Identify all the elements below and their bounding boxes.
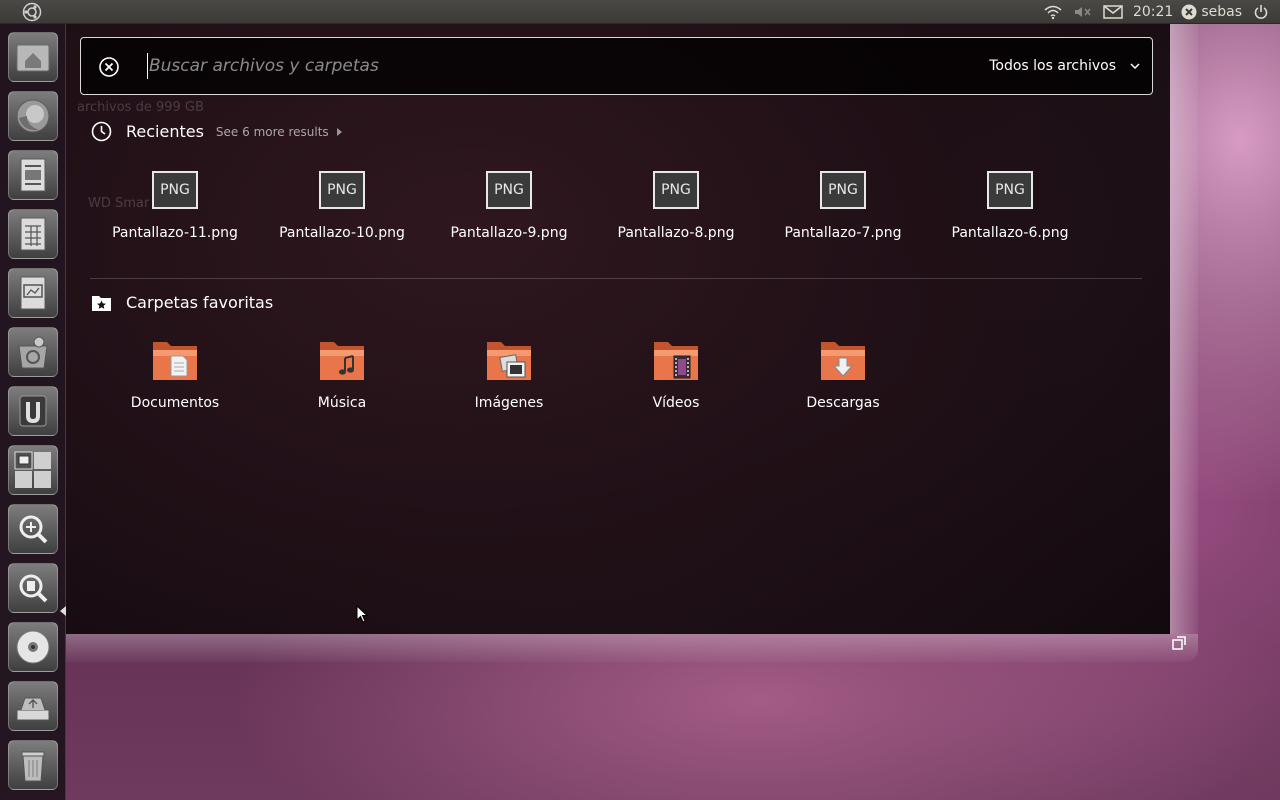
clock-icon (91, 121, 112, 142)
writer-icon (20, 158, 46, 192)
network-indicator[interactable] (1043, 0, 1063, 24)
recent-file-label: Pantallazo-11.png (112, 225, 238, 241)
recent-file-item[interactable]: PNG Pantallazo-11.png (95, 166, 255, 241)
top-panel: 20:21 sebas (0, 0, 1280, 24)
calc-icon (20, 217, 46, 251)
launcher-apps-lens[interactable] (8, 504, 58, 554)
videos-folder-icon (654, 342, 698, 380)
launcher-usb-drive[interactable] (8, 681, 58, 731)
recent-file-item[interactable]: PNG Pantallazo-7.png (763, 166, 923, 241)
home-folder-icon (16, 44, 50, 72)
dash-resize-icon[interactable] (1172, 636, 1186, 650)
user-menu[interactable]: sebas (1181, 4, 1242, 20)
png-file-icon: PNG (152, 171, 198, 209)
apps-lens-icon (19, 515, 48, 544)
launcher-trash[interactable] (8, 740, 58, 790)
wifi-icon (1044, 5, 1062, 19)
filter-label: Todos los archivos (989, 58, 1116, 74)
recent-file-item[interactable]: PNG Pantallazo-8.png (596, 166, 756, 241)
see-more-results-link[interactable]: See 6 more results (216, 125, 342, 139)
favorite-folder-label: Documentos (130, 395, 220, 411)
pictures-folder-icon (487, 342, 531, 380)
software-center-icon (18, 336, 48, 369)
recent-file-label: Pantallazo-7.png (784, 225, 902, 241)
favorite-folder-label: Música (317, 395, 367, 411)
png-file-icon: PNG (987, 171, 1033, 209)
recent-file-label: Pantallazo-6.png (951, 225, 1069, 241)
png-file-icon: PNG (486, 171, 532, 209)
file-type-filter[interactable]: Todos los archivos (989, 54, 1140, 78)
launcher-ubuntu-one[interactable] (8, 386, 58, 436)
launcher-files-lens[interactable] (8, 563, 58, 613)
ubuntu-logo-icon[interactable] (22, 2, 42, 22)
chevron-down-icon (1130, 63, 1140, 69)
trash-icon (21, 751, 45, 782)
downloads-folder-icon (821, 342, 865, 380)
launcher-workspaces[interactable] (8, 445, 58, 495)
favorite-folder-label: Vídeos (652, 395, 700, 411)
volume-muted-icon (1074, 6, 1091, 17)
launcher-software-center[interactable] (8, 327, 58, 377)
png-file-icon: PNG (820, 171, 866, 209)
mouse-pointer-icon (356, 605, 368, 623)
recents-header: Recientes See 6 more results (91, 121, 342, 142)
recent-file-label: Pantallazo-10.png (279, 225, 405, 241)
envelope-icon (1103, 4, 1123, 19)
search-bar: Todos los archivos (80, 37, 1153, 95)
clear-search-icon[interactable] (98, 56, 120, 78)
launcher-home-folder[interactable] (8, 32, 58, 82)
launcher-calc[interactable] (8, 209, 58, 259)
recent-file-item[interactable]: PNG Pantallazo-6.png (930, 166, 1090, 241)
favorite-folder-documentos[interactable]: Documentos (95, 336, 255, 411)
dash-overlay (66, 24, 1170, 634)
text-caret (147, 53, 148, 79)
launcher-disc[interactable] (8, 622, 58, 672)
favorite-folder-musica[interactable]: Música (262, 336, 422, 411)
png-file-icon: PNG (653, 171, 699, 209)
sound-indicator[interactable] (1073, 0, 1093, 24)
see-more-label: See 6 more results (215, 124, 329, 139)
starred-folder-icon (92, 296, 111, 311)
favorites-title: Carpetas favoritas (126, 293, 274, 312)
favorite-folder-videos[interactable]: Vídeos (596, 336, 756, 411)
files-lens-icon (19, 574, 48, 603)
impress-icon (20, 276, 46, 310)
launcher-impress[interactable] (8, 268, 58, 318)
dash-frame-bottom (66, 634, 1198, 662)
favorite-folder-descargas[interactable]: Descargas (763, 336, 923, 411)
section-divider (90, 278, 1142, 279)
recent-file-label: Pantallazo-8.png (617, 225, 735, 241)
png-file-icon: PNG (319, 171, 365, 209)
documents-folder-icon (153, 342, 197, 380)
recent-file-label: Pantallazo-9.png (450, 225, 568, 241)
recents-title: Recientes (126, 122, 204, 141)
favorites-header: Carpetas favoritas (91, 293, 273, 312)
workspaces-icon (14, 451, 51, 488)
firefox-icon (16, 99, 50, 133)
ubuntu-one-icon (19, 395, 47, 427)
recent-file-item[interactable]: PNG Pantallazo-9.png (429, 166, 589, 241)
user-status-icon (1181, 4, 1197, 19)
dash-frame-right (1170, 24, 1198, 634)
favorite-folder-imagenes[interactable]: Imágenes (429, 336, 589, 411)
clock[interactable]: 20:21 (1133, 4, 1173, 20)
launcher-writer[interactable] (8, 150, 58, 200)
usb-drive-icon (16, 697, 50, 721)
search-input[interactable] (149, 50, 909, 82)
disc-icon (16, 630, 50, 664)
music-folder-icon (320, 342, 364, 380)
username-label: sebas (1201, 3, 1242, 20)
favorite-folder-label: Imágenes (474, 395, 544, 411)
launcher-firefox[interactable] (8, 91, 58, 141)
recent-file-item[interactable]: PNG Pantallazo-10.png (262, 166, 422, 241)
power-icon (1254, 4, 1268, 19)
messaging-indicator[interactable] (1103, 0, 1123, 24)
favorite-folder-label: Descargas (806, 395, 880, 411)
chevron-right-icon (336, 127, 342, 136)
desktop-ghost-text: archivos de 999 GB (77, 100, 204, 115)
launcher (0, 24, 66, 800)
session-indicator[interactable] (1254, 0, 1268, 24)
